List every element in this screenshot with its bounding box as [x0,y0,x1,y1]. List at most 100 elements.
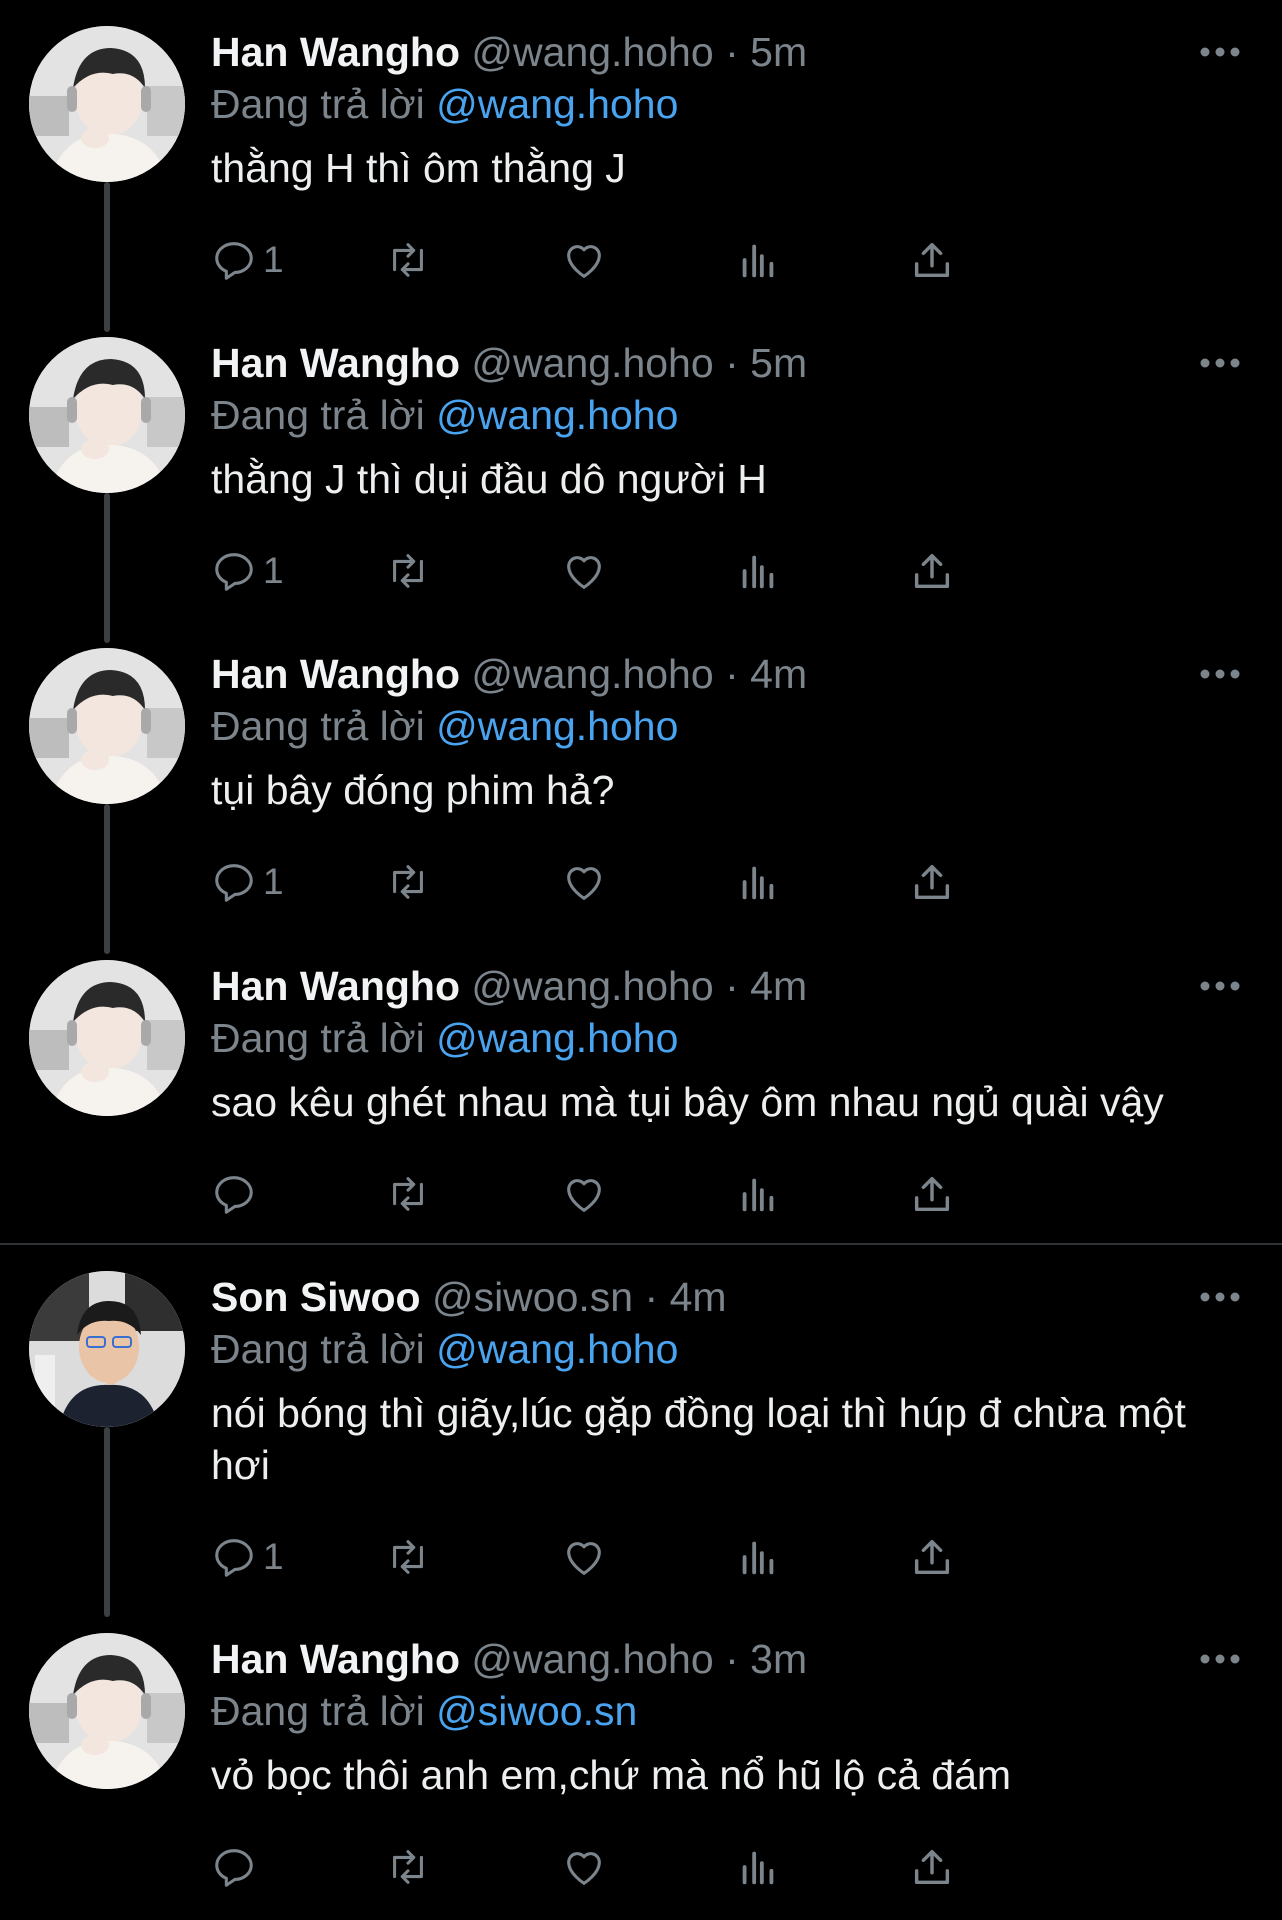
like-button[interactable] [561,234,607,286]
like-button[interactable] [561,1168,607,1220]
share-button[interactable] [909,234,955,286]
tweet-text: sao kêu ghét nhau mà tụi bây ôm nhau ngủ… [211,1079,1164,1125]
like-button[interactable] [561,1531,607,1583]
bar-chart-icon [742,866,774,900]
avatar[interactable] [29,1633,185,1789]
avatar[interactable] [29,1271,185,1427]
replying-to: Đang trả lời @wang.hoho [211,389,1231,441]
display-name[interactable]: Han Wangho [211,340,460,386]
display-name[interactable]: Son Siwoo [211,1274,421,1320]
user-handle[interactable]: @wang.hoho [471,1636,713,1682]
mention-link[interactable]: @wang.hoho [436,703,678,749]
display-name[interactable]: Han Wangho [211,651,460,697]
avatar[interactable] [29,960,185,1116]
tweet-content: Han Wangho @wang.hoho · 5m Đang trả lời … [211,337,1231,505]
timestamp[interactable]: 4m [670,1274,727,1320]
mention-link[interactable]: @wang.hoho [436,81,678,127]
mention-link[interactable]: @siwoo.sn [436,1688,637,1734]
more-options-icon[interactable] [1198,1645,1242,1673]
reply-button[interactable]: 1 [211,545,284,597]
share-button[interactable] [909,856,955,908]
share-icon [914,553,950,589]
views-button[interactable] [735,545,781,597]
avatar[interactable] [29,337,185,493]
share-button[interactable] [909,1841,955,1893]
reply-icon [215,864,253,902]
like-button[interactable] [561,1841,607,1893]
views-button[interactable] [735,1531,781,1583]
mention-link[interactable]: @wang.hoho [436,1015,678,1061]
share-button[interactable] [909,1168,955,1220]
like-button[interactable] [561,856,607,908]
avatar[interactable] [29,648,185,804]
more-options-icon[interactable] [1198,660,1242,688]
timestamp[interactable]: 3m [750,1636,807,1682]
reply-button[interactable]: 1 [211,234,284,286]
reply-button[interactable]: 1 [211,1531,284,1583]
mention-link[interactable]: @wang.hoho [436,392,678,438]
views-button[interactable] [735,1168,781,1220]
tweet-text: vỏ bọc thôi anh em,chứ mà nổ hũ lộ cả đá… [211,1752,1012,1798]
reply-count: 1 [263,1536,284,1577]
tweet[interactable]: Han Wangho @wang.hoho · 3m Đang trả lời … [0,1633,1282,1893]
reply-count: 1 [263,861,284,902]
reply-button[interactable]: 1 [211,856,284,908]
display-name[interactable]: Han Wangho [211,29,460,75]
tweet-content: Han Wangho @wang.hoho · 5m Đang trả lời … [211,26,1231,194]
tweet-header: Han Wangho @wang.hoho · 3m [211,1633,1231,1685]
tweet-header: Son Siwoo @siwoo.sn · 4m [211,1271,1231,1323]
share-icon [914,1849,950,1885]
user-handle[interactable]: @siwoo.sn [432,1274,633,1320]
more-options-icon[interactable] [1198,38,1242,66]
views-button[interactable] [735,234,781,286]
replying-to-label: Đang trả lời [211,703,425,749]
section-divider [0,1243,1282,1245]
timestamp[interactable]: 4m [750,963,807,1009]
views-button[interactable] [735,856,781,908]
retweet-icon [393,1177,423,1211]
retweet-button[interactable] [385,856,431,908]
tweet[interactable]: Han Wangho @wang.hoho · 4m Đang trả lời … [0,960,1282,1220]
retweet-button[interactable] [385,1531,431,1583]
retweet-button[interactable] [385,1168,431,1220]
separator-dot: · [725,340,739,386]
replying-to: Đang trả lời @siwoo.sn [211,1685,1231,1737]
share-icon [914,1539,950,1575]
thread-connector [104,182,110,332]
reply-icon [215,1539,253,1577]
display-name[interactable]: Han Wangho [211,963,460,1009]
tweet[interactable]: Han Wangho @wang.hoho · 4m Đang trả lời … [0,648,1282,954]
more-options-icon[interactable] [1198,972,1242,1000]
retweet-button[interactable] [385,234,431,286]
retweet-icon [393,1850,423,1884]
tweet[interactable]: Son Siwoo @siwoo.sn · 4m Đang trả lời @w… [0,1271,1282,1617]
replying-to: Đang trả lời @wang.hoho [211,1323,1231,1375]
user-handle[interactable]: @wang.hoho [471,340,713,386]
user-handle[interactable]: @wang.hoho [471,29,713,75]
retweet-button[interactable] [385,1841,431,1893]
timestamp[interactable]: 5m [750,340,807,386]
tweet-content: Han Wangho @wang.hoho · 4m Đang trả lời … [211,960,1231,1128]
timestamp[interactable]: 4m [750,651,807,697]
reply-button[interactable] [211,1168,263,1220]
action-bar [211,1841,1211,1893]
share-button[interactable] [909,545,955,597]
timestamp[interactable]: 5m [750,29,807,75]
retweet-icon [393,243,423,277]
more-options-icon[interactable] [1198,349,1242,377]
share-button[interactable] [909,1531,955,1583]
more-options-icon[interactable] [1198,1283,1242,1311]
user-handle[interactable]: @wang.hoho [471,651,713,697]
tweet[interactable]: Han Wangho @wang.hoho · 5m Đang trả lời … [0,337,1282,643]
like-button[interactable] [561,545,607,597]
tweet[interactable]: Han Wangho @wang.hoho · 5m Đang trả lời … [0,26,1282,332]
display-name[interactable]: Han Wangho [211,1636,460,1682]
tweet-text: thằng H thì ôm thằng J [211,145,626,191]
retweet-button[interactable] [385,545,431,597]
reply-button[interactable] [211,1841,263,1893]
user-handle[interactable]: @wang.hoho [471,963,713,1009]
action-bar: 1 [211,1531,1211,1583]
avatar[interactable] [29,26,185,182]
views-button[interactable] [735,1841,781,1893]
mention-link[interactable]: @wang.hoho [436,1326,678,1372]
